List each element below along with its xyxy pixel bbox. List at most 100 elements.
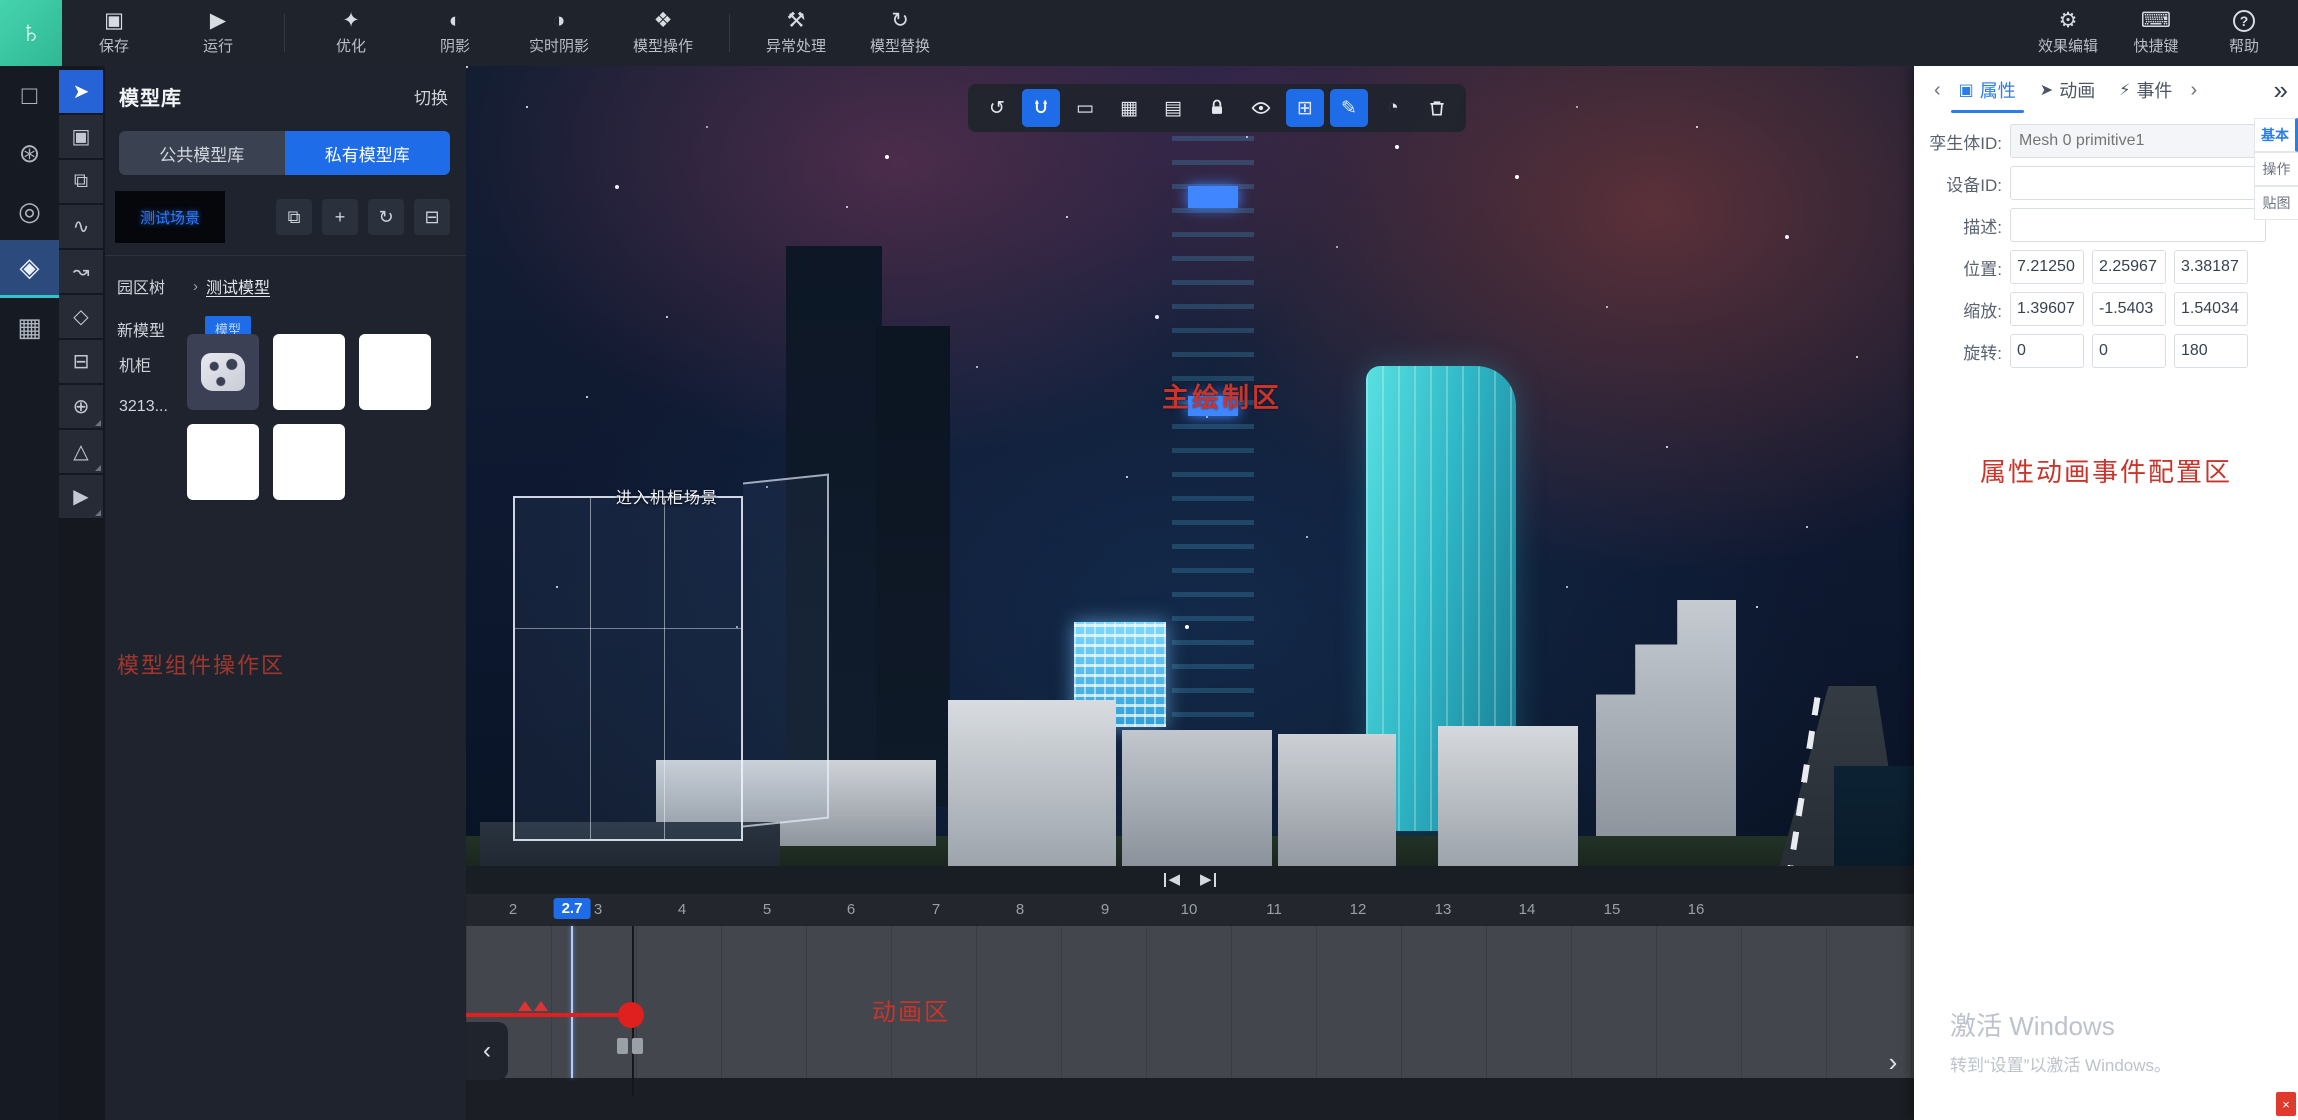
tab-public-library[interactable]: 公共模型库	[119, 131, 285, 175]
help-button[interactable]: ? 帮助	[2200, 0, 2288, 66]
sync-upload-button[interactable]: ↻	[368, 199, 404, 235]
delete-icon: ⊟	[424, 207, 439, 228]
copy-export-button[interactable]: ⧉	[276, 199, 312, 235]
switch-link[interactable]: 切换	[414, 84, 448, 109]
skip-to-end-button[interactable]: ▶	[1200, 873, 1216, 887]
effects-edit-button[interactable]: ⚙ 效果编辑	[2024, 0, 2112, 66]
twin-id-input[interactable]	[2010, 124, 2266, 158]
delete-model-button[interactable]: ⊟	[414, 199, 450, 235]
visibility-button[interactable]	[1242, 89, 1280, 127]
globe-tool-button[interactable]: ⊕	[59, 385, 103, 428]
select-tool-button[interactable]: ➤	[59, 70, 103, 113]
model-operate-button[interactable]: ❖ 模型操作	[611, 0, 715, 66]
tabs-next-chevron[interactable]: ›	[2184, 79, 2203, 102]
nav-palette-button[interactable]: ⊛	[0, 124, 59, 182]
exception-handle-button[interactable]: ⚒ 异常处理	[744, 0, 848, 66]
realtime-shadow-button[interactable]: ◑ 实时阴影	[507, 0, 611, 66]
run-button[interactable]: ▶ 运行	[166, 0, 270, 66]
paint-vector-button[interactable]: ✎	[1330, 89, 1368, 127]
model-thumbnail[interactable]	[187, 424, 259, 500]
monitor-view-button[interactable]: ▭	[1066, 89, 1104, 127]
selection-wireframe-box[interactable]	[513, 496, 743, 841]
scale-z-input[interactable]	[2174, 292, 2248, 326]
3d-viewport[interactable]: 进入机柜场景 主绘制区 ↺ ▭ ▦ ▤ ⊞ ✎ ◔	[466, 66, 1914, 866]
scale-y-input[interactable]	[2092, 292, 2166, 326]
library-tabs: 公共模型库 私有模型库	[119, 131, 450, 175]
model-replace-button[interactable]: ↻ 模型替换	[848, 0, 952, 66]
video-tool-button[interactable]: ▶	[59, 475, 103, 518]
side-tab-texture[interactable]: 贴图	[2254, 186, 2298, 220]
model-thumbnail[interactable]	[359, 334, 431, 410]
skip-to-start-button[interactable]: ◀	[1164, 873, 1180, 887]
device-id-input[interactable]	[2010, 166, 2266, 200]
prism-tool-button[interactable]: △	[59, 430, 103, 473]
spline-tool-button[interactable]: ↝	[59, 250, 103, 293]
delete-object-button[interactable]	[1418, 89, 1456, 127]
scale-x-input[interactable]	[2010, 292, 2084, 326]
expand-corner	[95, 510, 101, 516]
position-z-input[interactable]	[2174, 250, 2248, 284]
toolbar-divider	[284, 14, 285, 52]
lock-button[interactable]	[1198, 89, 1236, 127]
timeline-ruler[interactable]: 2 3 4 5 6 7 8 9 10 11 12 13 14 15 16 2.7	[466, 894, 1914, 926]
position-y-input[interactable]	[2092, 250, 2166, 284]
description-input[interactable]	[2010, 208, 2266, 242]
layers-button[interactable]: ▤	[1154, 89, 1192, 127]
side-tab-operation[interactable]: 操作	[2254, 152, 2298, 186]
sphere-mode-button[interactable]: ◔	[1374, 89, 1412, 127]
magnet-snap-button[interactable]	[1022, 89, 1060, 127]
enter-rack-scene-label[interactable]: 进入机柜场景	[616, 484, 718, 508]
rotation-y-input[interactable]	[2092, 334, 2166, 368]
model-thumbnail[interactable]	[273, 424, 345, 500]
monitor-icon: ▭	[1076, 97, 1094, 120]
add-model-button[interactable]: +	[322, 199, 358, 235]
rotation-x-input[interactable]	[2010, 334, 2084, 368]
keyframe-dot[interactable]	[618, 1002, 644, 1028]
tab-properties[interactable]: ▣ 属性	[1957, 71, 2018, 109]
tab-events[interactable]: ⚡ 事件	[2117, 71, 2174, 109]
scene-select[interactable]: 测试场景	[115, 191, 225, 243]
playhead-line[interactable]	[571, 926, 573, 1078]
tabs-prev-chevron[interactable]: ‹	[1928, 79, 1947, 102]
rotation-z-input[interactable]	[2174, 334, 2248, 368]
save-icon: ▣	[104, 10, 124, 32]
magnet-snap-icon	[1031, 98, 1051, 118]
corner-notification-badge[interactable]: ×	[2276, 1092, 2296, 1116]
shadow-button[interactable]: ◐ 阴影	[403, 0, 507, 66]
tree-expander-icon[interactable]: ›	[193, 278, 198, 295]
model-thumbnail-rock[interactable]	[187, 334, 259, 410]
gem-tool-button[interactable]: ◇	[59, 295, 103, 338]
group-tool-button[interactable]: ⧉	[59, 160, 103, 203]
nav-window-button[interactable]: □	[0, 66, 59, 124]
nav-model-library-button[interactable]: ◈	[0, 240, 59, 298]
building-mode-button[interactable]: ▦	[1110, 89, 1148, 127]
nav-record-button[interactable]: ◎	[0, 182, 59, 240]
app-logo[interactable]: ♄	[0, 0, 62, 66]
model-cube-icon: ◈	[20, 252, 40, 283]
frame-tool-button[interactable]: ▣	[59, 115, 103, 158]
side-tab-basic[interactable]: 基本	[2254, 118, 2298, 152]
timeline-tracks[interactable]	[466, 926, 1914, 1078]
tab-private-library[interactable]: 私有模型库	[285, 131, 451, 175]
orbit-tool-button[interactable]: ↺	[978, 89, 1016, 127]
tab-animation[interactable]: ➤ 动画	[2038, 71, 2097, 109]
building-lowrise	[1438, 726, 1578, 866]
tree-item-test-model[interactable]: 测试模型	[206, 274, 270, 298]
panel-expand-button[interactable]: »	[2274, 75, 2288, 106]
timeline-collapse-right-button[interactable]: ›	[1872, 1040, 1914, 1084]
cylinder-tool-button[interactable]: ⊟	[59, 340, 103, 383]
top-toolbar: ♄ ▣ 保存 ▶ 运行 ✦ 优化 ◐ 阴影 ◑ 实时阴影	[0, 0, 2298, 66]
shortcuts-button[interactable]: ⌨ 快捷键	[2112, 0, 2200, 66]
position-x-input[interactable]	[2010, 250, 2084, 284]
globe-icon: ⊕	[73, 394, 90, 419]
grid-wall-button[interactable]: ⊞	[1286, 89, 1324, 127]
keyframe-handle-icon[interactable]	[617, 1038, 643, 1054]
playhead-time-badge[interactable]: 2.7	[554, 898, 591, 919]
optimize-button[interactable]: ✦ 优化	[299, 0, 403, 66]
curve-tool-button[interactable]: ∿	[59, 205, 103, 248]
timeline-collapse-left-button[interactable]: ‹	[466, 1022, 508, 1080]
nav-city-button[interactable]: ▦	[0, 298, 59, 356]
model-thumbnail[interactable]	[273, 334, 345, 410]
animation-track-line	[466, 1013, 631, 1017]
save-button[interactable]: ▣ 保存	[62, 0, 166, 66]
